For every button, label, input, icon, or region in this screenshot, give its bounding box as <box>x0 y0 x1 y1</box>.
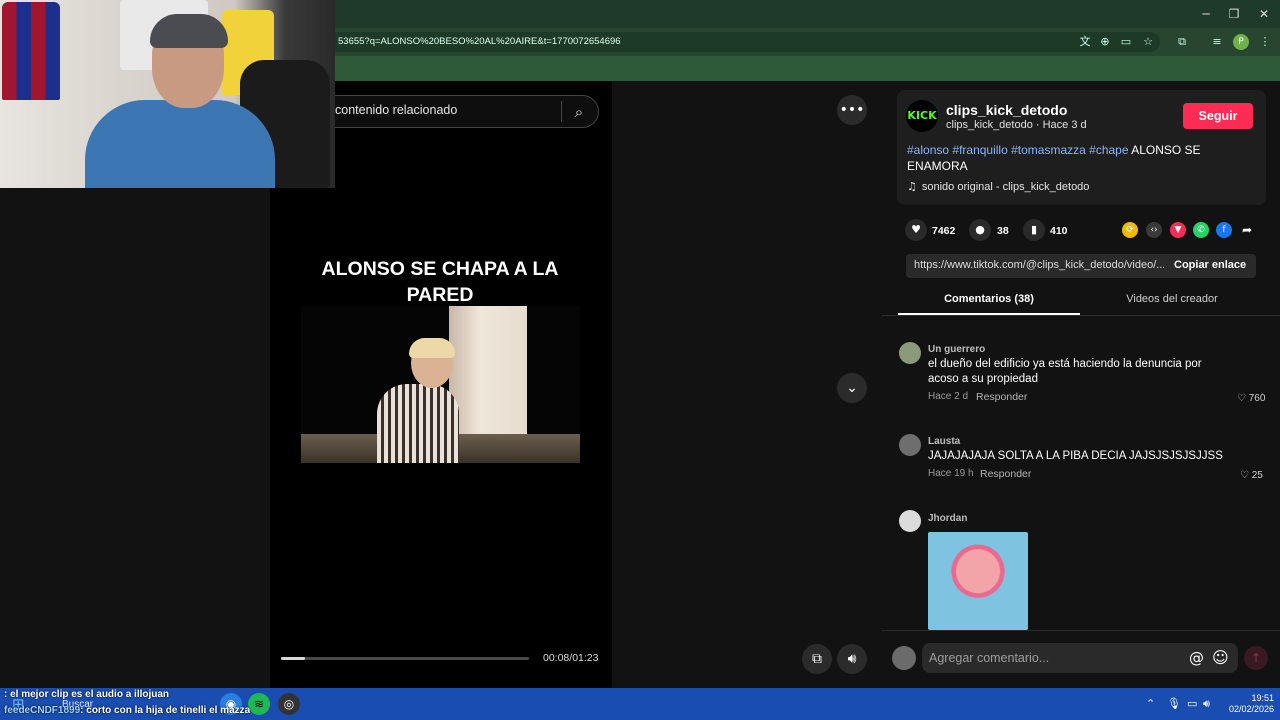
progress-track[interactable] <box>281 657 529 660</box>
mention-icon[interactable]: @ <box>1189 649 1204 667</box>
heart-outline-icon: ♡ <box>1237 393 1246 404</box>
streamer-body <box>85 100 275 188</box>
heart-outline-icon: ♡ <box>1240 470 1249 481</box>
more-options-icon[interactable]: ••• <box>837 95 867 125</box>
copy-link-button[interactable]: Copiar enlace <box>1174 259 1246 271</box>
chevron-up-icon[interactable]: ⌃ <box>1146 697 1155 710</box>
emoji-icon[interactable]: ☺ <box>1212 648 1229 667</box>
reply-button[interactable]: Responder <box>980 468 1031 480</box>
music-row[interactable]: ♫ sonido original - clips_kick_detodo <box>907 180 1089 193</box>
tab-divider <box>882 315 1280 316</box>
comment-time: Hace 19 h <box>928 468 974 479</box>
comment-time: Hace 2 d <box>928 391 969 402</box>
tab-creator-videos[interactable]: Videos del creador <box>1081 293 1263 305</box>
person-hair <box>409 338 455 358</box>
bookmark-icon[interactable]: ▮ <box>1023 219 1045 241</box>
share-arrow-icon[interactable]: ➦ <box>1239 222 1255 238</box>
send-icon[interactable]: ▼ <box>1170 222 1186 238</box>
restore-icon[interactable]: ❐ <box>1220 4 1248 24</box>
app-icon[interactable]: ◎ <box>278 693 300 715</box>
post-comment-button[interactable]: ↑ <box>1244 646 1268 670</box>
search-divider <box>561 101 562 122</box>
taskbar-clock[interactable]: 19:51 02/02/2026 <box>1224 693 1274 715</box>
comment-text: el dueño del edificio ya está haciendo l… <box>928 358 1202 385</box>
hashtag-link[interactable]: #alonso <box>907 143 949 157</box>
jersey-blaugrana <box>2 2 60 100</box>
translate-icon[interactable]: 文 <box>1077 34 1093 50</box>
music-note-icon: ♫ <box>907 180 917 193</box>
menu-icon[interactable]: ⋮ <box>1257 34 1273 50</box>
comment-text: JAJAJAJAJA SOLTA A LA PIBA DECIA JAJSJSJ… <box>928 450 1223 462</box>
volume-icon[interactable]: 🔊︎ <box>837 644 867 674</box>
media-icon[interactable]: ≡ <box>1209 34 1225 50</box>
comment-like[interactable]: ♡ 760 <box>1237 393 1265 404</box>
address-bar[interactable]: 53655?q=ALONSO%20BESO%20AL%20AIRE&t=1770… <box>320 32 1160 52</box>
speaker-icon[interactable]: 🔊︎ <box>1203 697 1210 711</box>
chat-text: : corto con la hija de tinelli el mazza <box>80 705 251 716</box>
bookmark-star-icon[interactable]: ☆ <box>1140 34 1156 50</box>
whatsapp-icon[interactable]: ✆ <box>1193 222 1209 238</box>
embed-icon[interactable]: ‹› <box>1146 222 1162 238</box>
hashtag-link[interactable]: #franquillo <box>952 143 1007 157</box>
hashtag-link[interactable]: #tomasmazza <box>1011 143 1086 157</box>
music-label: sonido original - clips_kick_detodo <box>921 181 1090 193</box>
author-username[interactable]: clips_kick_detodo <box>946 102 1067 118</box>
webcam-overlay <box>0 0 335 188</box>
comment-author[interactable]: Jhordan <box>928 513 967 524</box>
stream-chat-line: : el mejor clip es el audio a illojuan <box>4 689 169 700</box>
picture-in-picture-icon[interactable]: ⧉ <box>802 644 832 674</box>
reply-button[interactable]: Responder <box>976 391 1027 403</box>
striped-shirt <box>377 384 459 463</box>
clock-date: 02/02/2026 <box>1228 704 1274 714</box>
progress-fill <box>281 657 305 660</box>
chat-text: : el mejor clip es el audio a illojuan <box>4 689 170 700</box>
video-time: 00:08/01:23 <box>543 652 599 664</box>
microphone-icon[interactable]: 🎙︎ <box>1167 697 1181 710</box>
tab-comments[interactable]: Comentarios (38) <box>898 293 1080 305</box>
streamer-hair <box>150 14 228 48</box>
close-icon[interactable]: ✕ <box>1250 4 1278 24</box>
avatar[interactable] <box>899 510 921 532</box>
avatar[interactable] <box>899 434 921 456</box>
comment-like[interactable]: ♡ 25 <box>1240 470 1263 481</box>
comment-author[interactable]: Lausta <box>928 436 960 447</box>
network-icon[interactable]: ▭ <box>1187 697 1197 710</box>
video-caption: #alonso #franquillo #tomasmazza #chape A… <box>907 142 1252 174</box>
facebook-icon[interactable]: f <box>1216 222 1232 238</box>
avatar[interactable] <box>899 342 921 364</box>
follow-button[interactable]: Seguir <box>1183 103 1253 129</box>
video-frame <box>301 306 580 463</box>
chat-user: feedeCNDF1899 <box>4 705 81 716</box>
video-link[interactable]: https://www.tiktok.com/@clips_kick_detod… <box>914 259 1164 271</box>
stream-chat-line: feedeCNDF1899: corto con la hija de tine… <box>4 705 250 716</box>
heart-icon[interactable]: ♥ <box>905 219 927 241</box>
author-avatar[interactable]: KICK <box>906 100 938 132</box>
comment-author[interactable]: Un guerrero <box>928 344 985 355</box>
comment-icon[interactable]: ● <box>969 219 991 241</box>
chevron-down-icon[interactable]: ⌄ <box>837 373 867 403</box>
spotify-app-icon[interactable]: ≋ <box>248 693 270 715</box>
comment-gif[interactable] <box>928 532 1028 630</box>
profile-avatar[interactable]: P <box>1233 34 1249 50</box>
comments-count: 38 <box>997 225 1009 237</box>
search-icon[interactable]: ⌕ <box>568 101 590 123</box>
video-title: ALONSO SE CHAPA A LA PARED <box>321 258 559 306</box>
zoom-icon[interactable]: ⊕ <box>1097 34 1113 50</box>
comment-like-count: 25 <box>1251 470 1263 481</box>
saves-count: 410 <box>1050 225 1068 237</box>
search-text[interactable]: contenido relacionado <box>335 103 457 117</box>
cast-icon[interactable]: ▭ <box>1118 34 1134 50</box>
hashtag-link[interactable]: #chape <box>1089 143 1128 157</box>
clock-time: 19:51 <box>1251 693 1274 703</box>
minimize-icon[interactable]: ─ <box>1192 4 1220 24</box>
avatar[interactable] <box>892 646 916 670</box>
likes-count: 7462 <box>932 225 956 237</box>
repost-icon[interactable]: ⟳ <box>1122 222 1138 238</box>
author-subline: clips_kick_detodo · Hace 3 d <box>946 119 1087 131</box>
comment-like-count: 760 <box>1248 393 1266 404</box>
extensions-icon[interactable]: ⧉ <box>1174 34 1190 50</box>
